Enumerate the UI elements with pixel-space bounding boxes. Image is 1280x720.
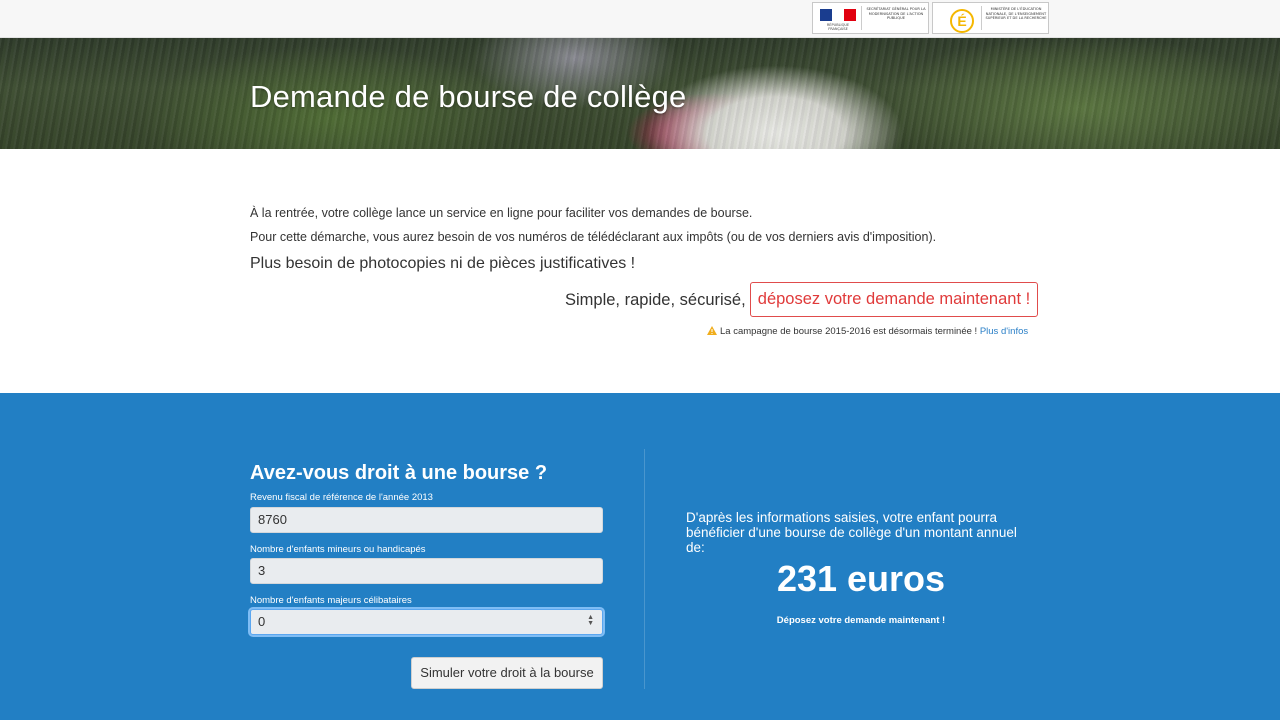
stepper-arrows-icon[interactable]: ▲ ▼ <box>587 614 594 627</box>
campaign-notice-text: La campagne de bourse 2015-2016 est déso… <box>720 326 978 337</box>
result-submit-link[interactable]: Déposez votre demande maintenant ! <box>686 615 1036 626</box>
intro-line-3: Plus besoin de photocopies ni de pièces … <box>250 255 636 272</box>
minor-children-label: Nombre d'enfants mineurs ou handicapés <box>250 544 426 555</box>
page-title: Demande de bourse de collège <box>250 79 687 114</box>
adult-children-stepper[interactable]: 0 ▲ ▼ <box>250 609 603 635</box>
intro-line-1: À la rentrée, votre collège lance un ser… <box>250 206 753 220</box>
income-label: Revenu fiscal de référence de l'année 20… <box>250 492 433 503</box>
minor-children-input[interactable]: 3 <box>250 558 603 584</box>
simulator-title: Avez-vous droit à une bourse ? <box>250 462 548 484</box>
adult-children-value: 0 <box>258 614 266 629</box>
adult-children-label: Nombre d'enfants majeurs célibataires <box>250 595 412 606</box>
republique-francaise-label: RÉPUBLIQUE FRANÇAISE <box>826 23 850 31</box>
ministere-logo-text: Ministère de l'éducation nationale, de l… <box>985 7 1047 21</box>
education-logo-mark: É <box>936 6 982 33</box>
sgmap-logo[interactable]: RÉPUBLIQUE FRANÇAISE Secrétariat général… <box>812 2 929 34</box>
income-input[interactable]: 8760 <box>250 507 603 533</box>
sgmap-logo-text: Secrétariat général pour la modernisatio… <box>866 7 926 21</box>
warning-icon <box>707 326 717 335</box>
section-divider <box>644 449 645 689</box>
more-info-link[interactable]: Plus d'infos <box>980 326 1028 337</box>
campaign-notice: La campagne de bourse 2015-2016 est déso… <box>707 325 1028 337</box>
simulator-section <box>0 393 1280 720</box>
ministere-education-logo[interactable]: É Ministère de l'éducation nationale, de… <box>932 2 1049 34</box>
marianne-logo-mark: RÉPUBLIQUE FRANÇAISE <box>816 6 862 31</box>
intro-line-2: Pour cette démarche, vous aurez besoin d… <box>250 230 937 244</box>
submit-request-button[interactable]: déposez votre demande maintenant ! <box>750 282 1038 317</box>
hero-banner: Demande de bourse de collège <box>0 38 1280 149</box>
education-e-icon: É <box>950 9 974 33</box>
simulate-button[interactable]: Simuler votre droit à la bourse <box>411 657 603 689</box>
top-bar: RÉPUBLIQUE FRANÇAISE Secrétariat général… <box>0 0 1280 38</box>
cta-tagline: Simple, rapide, sécurisé, <box>565 291 746 309</box>
french-flag-icon <box>820 9 856 21</box>
result-amount: 231 euros <box>776 558 946 599</box>
result-description: D'après les informations saisies, votre … <box>686 510 1017 555</box>
